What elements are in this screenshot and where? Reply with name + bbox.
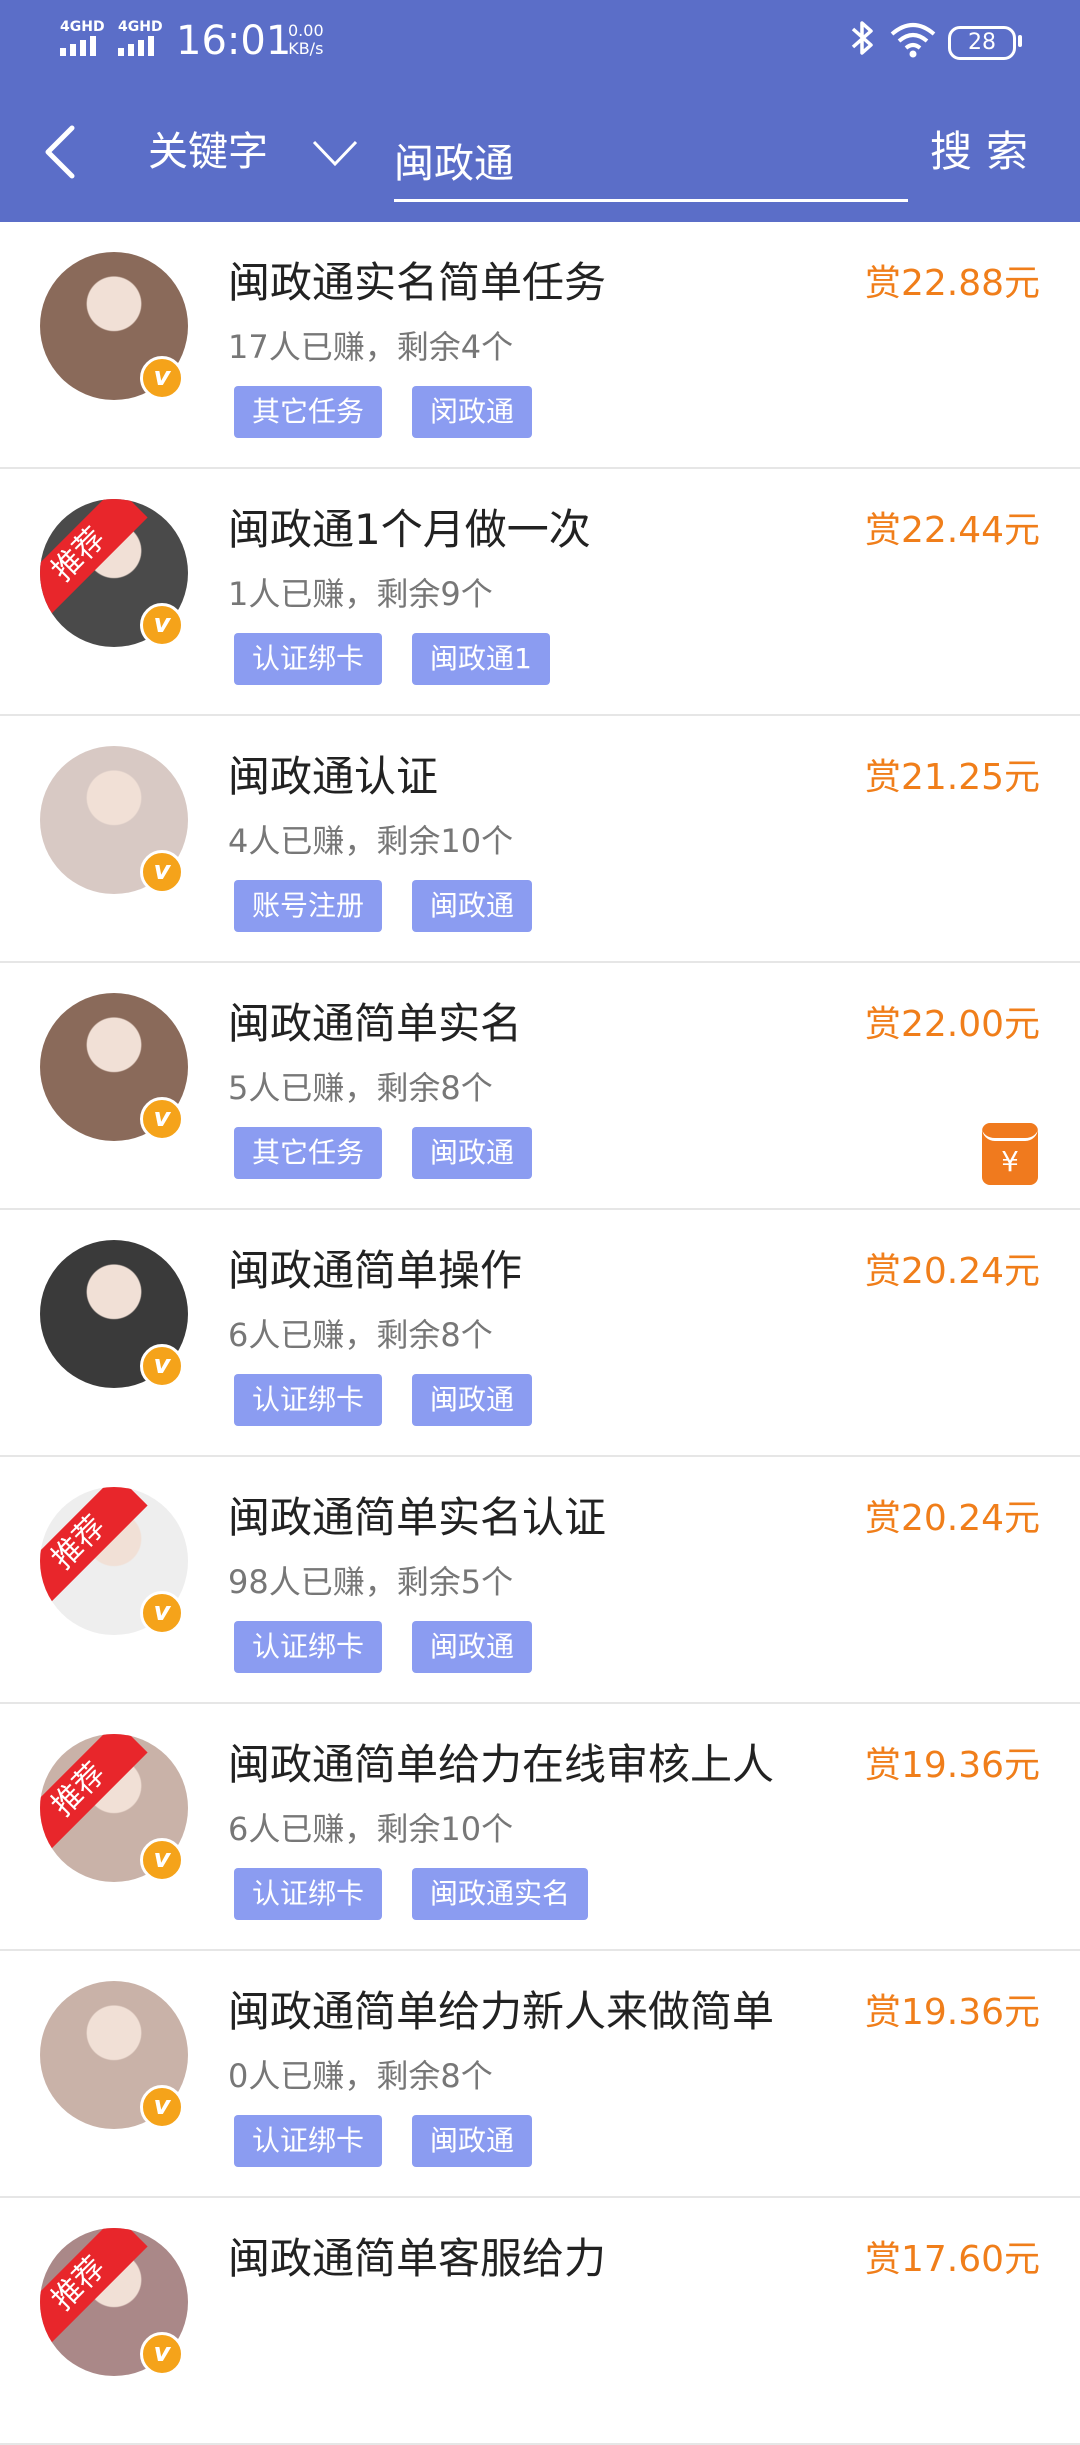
task-title: 闽政通简单给力新人来做简单 xyxy=(228,1987,775,2036)
battery-icon xyxy=(1018,35,1022,47)
task-title: 闽政通简单实名认证 xyxy=(228,1493,607,1542)
task-list-item[interactable]: v 闽政通实名简单任务 赏22.88元 17人已赚，剩余4个其它任务 闵政通 xyxy=(0,222,1080,469)
task-progress: 6人已赚，剩余8个 xyxy=(228,1316,493,1354)
task-title: 闽政通简单实名 xyxy=(228,999,523,1048)
task-tag: 认证绑卡 xyxy=(234,1621,383,1673)
task-tag: 认证绑卡 xyxy=(234,633,383,685)
task-reward: 赏20.24元 xyxy=(864,1498,1040,1539)
task-reward: 赏20.24元 xyxy=(864,1251,1040,1292)
task-tag: 认证绑卡 xyxy=(234,2115,383,2167)
chevron-down-icon[interactable] xyxy=(310,134,360,174)
clock: 16:01 xyxy=(176,18,292,64)
task-list-item[interactable]: v 闽政通简单给力新人来做简单 赏19.36元 0人已赚，剩余8个认证绑卡 闽政通 xyxy=(0,1951,1080,2198)
network-speed: 0.00 KB/s xyxy=(288,22,324,58)
back-button[interactable] xyxy=(36,120,86,184)
task-tag: 闽政通 xyxy=(412,2115,533,2167)
recommended-ribbon: 推荐 xyxy=(40,2228,148,2353)
verified-v-icon: v xyxy=(140,1591,184,1635)
signal-label-1: 4GHD xyxy=(60,19,105,35)
task-tag: 认证绑卡 xyxy=(234,1374,383,1426)
verified-v-icon: v xyxy=(140,1097,184,1141)
task-progress: 1人已赚，剩余9个 xyxy=(228,575,493,613)
verified-v-icon: v xyxy=(140,356,184,400)
task-title: 闽政通简单操作 xyxy=(228,1246,523,1295)
task-tag: 闽政通实名 xyxy=(412,1868,589,1920)
wifi-icon xyxy=(890,22,936,62)
status-bar: 4GHD 4GHD 16:01 0.00 KB/s 28 xyxy=(0,0,1080,90)
bluetooth-icon xyxy=(850,18,876,69)
task-reward: 赏22.44元 xyxy=(864,510,1040,551)
task-reward: 赏22.88元 xyxy=(864,263,1040,304)
verified-v-icon: v xyxy=(140,2085,184,2129)
task-list-item[interactable]: 推荐 v 闽政通简单客服给力 赏17.60元 xyxy=(0,2198,1080,2445)
task-list-item[interactable]: 推荐 v 闽政通简单实名认证 赏20.24元 98人已赚，剩余5个认证绑卡 闽政通 xyxy=(0,1457,1080,1704)
task-tag: 闵政通 xyxy=(412,386,533,438)
task-tag: 账号注册 xyxy=(234,880,383,932)
red-packet-icon[interactable]: ¥ xyxy=(982,1123,1038,1185)
task-tags: 其它任务 闽政通 xyxy=(234,1127,533,1179)
task-tag: 闽政通 xyxy=(412,1374,533,1426)
red-packet-symbol: ¥ xyxy=(1001,1145,1019,1178)
task-tags: 认证绑卡 闽政通1 xyxy=(234,633,550,685)
task-tag: 闽政通 xyxy=(412,1621,533,1673)
task-title: 闽政通1个月做一次 xyxy=(228,505,591,554)
task-tags: 认证绑卡 闽政通 xyxy=(234,1621,533,1673)
task-reward: 赏17.60元 xyxy=(864,2239,1040,2280)
task-list-item[interactable]: v 闽政通简单操作 赏20.24元 6人已赚，剩余8个认证绑卡 闽政通 xyxy=(0,1210,1080,1457)
task-progress: 6人已赚，剩余10个 xyxy=(228,1810,514,1848)
recommended-ribbon: 推荐 xyxy=(40,1734,148,1859)
task-title: 闽政通简单给力在线审核上人 xyxy=(228,1740,775,1789)
task-progress: 98人已赚，剩余5个 xyxy=(228,1563,514,1601)
verified-v-icon: v xyxy=(140,2332,184,2376)
verified-v-icon: v xyxy=(140,1344,184,1388)
task-tag: 认证绑卡 xyxy=(234,1868,383,1920)
signal-label-2: 4GHD xyxy=(118,19,163,35)
task-title: 闽政通简单客服给力 xyxy=(228,2234,607,2283)
task-list-item[interactable]: 推荐 v 闽政通1个月做一次 赏22.44元 1人已赚，剩余9个认证绑卡 闽政通1 xyxy=(0,469,1080,716)
task-list-item[interactable]: v 闽政通简单实名 赏22.00元 5人已赚，剩余8个其它任务 闽政通 ¥ xyxy=(0,963,1080,1210)
verified-v-icon: v xyxy=(140,603,184,647)
task-tag: 闽政通 xyxy=(412,1127,533,1179)
back-arrow-icon xyxy=(45,125,75,179)
task-list: v 闽政通实名简单任务 赏22.88元 17人已赚，剩余4个 其它任务 闵政通 推荐 v 闽政通… xyxy=(0,222,1080,2445)
task-title: 闽政通实名简单任务 xyxy=(228,258,607,307)
task-tags: 认证绑卡 闽政通 xyxy=(234,2115,533,2167)
task-reward: 赏19.36元 xyxy=(864,1992,1040,2033)
signal-bars-1-icon xyxy=(60,36,96,56)
recommended-ribbon: 推荐 xyxy=(40,1487,148,1612)
task-reward: 赏22.00元 xyxy=(864,1004,1040,1045)
task-progress: 0人已赚，剩余8个 xyxy=(228,2057,493,2095)
task-tag: 其它任务 xyxy=(234,386,383,438)
signal-bars-2-icon xyxy=(118,36,154,56)
task-tags: 其它任务 闵政通 xyxy=(234,386,533,438)
battery-level: 28 xyxy=(948,26,1016,60)
verified-v-icon: v xyxy=(140,1838,184,1882)
search-type-selector[interactable]: 关键字 xyxy=(148,122,268,182)
task-tag: 其它任务 xyxy=(234,1127,383,1179)
search-input[interactable] xyxy=(394,120,908,202)
network-speed-unit: KB/s xyxy=(288,39,324,58)
task-progress: 5人已赚，剩余8个 xyxy=(228,1069,493,1107)
task-tag: 闽政通1 xyxy=(412,633,550,685)
task-reward: 赏21.25元 xyxy=(864,757,1040,798)
network-speed-value: 0.00 xyxy=(288,21,324,40)
recommended-ribbon: 推荐 xyxy=(40,499,148,624)
task-list-item[interactable]: 推荐 v 闽政通简单给力在线审核上人 赏19.36元 6人已赚，剩余10个认证绑卡 闽政通… xyxy=(0,1704,1080,1951)
task-title: 闽政通认证 xyxy=(228,752,439,801)
task-reward: 赏19.36元 xyxy=(864,1745,1040,1786)
task-progress: 4人已赚，剩余10个 xyxy=(228,822,514,860)
task-tags: 账号注册 闽政通 xyxy=(234,880,533,932)
task-tags: 认证绑卡 闽政通实名 xyxy=(234,1868,589,1920)
task-list-item[interactable]: v 闽政通认证 赏21.25元 4人已赚，剩余10个账号注册 闽政通 xyxy=(0,716,1080,963)
task-progress: 17人已赚，剩余4个 xyxy=(228,328,514,366)
verified-v-icon: v xyxy=(140,850,184,894)
task-tags: 认证绑卡 闽政通 xyxy=(234,1374,533,1426)
task-tag: 闽政通 xyxy=(412,880,533,932)
search-button[interactable]: 搜索 xyxy=(930,122,1042,182)
top-app-bar: 4GHD 4GHD 16:01 0.00 KB/s 28 关键字 闽政通 搜索 xyxy=(0,0,1080,222)
